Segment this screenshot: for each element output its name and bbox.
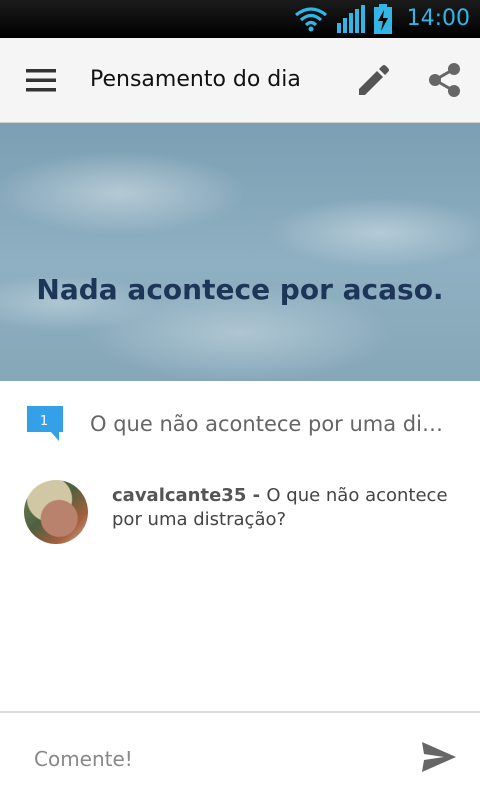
comment-input-bar bbox=[0, 711, 480, 802]
battery-charging-icon bbox=[374, 4, 392, 34]
comment-author[interactable]: cavalcante35 bbox=[112, 485, 246, 506]
page-title: Pensamento do dia bbox=[90, 67, 301, 92]
quote-banner: Nada acontece por acaso. bbox=[0, 123, 480, 381]
comment-count: 1 bbox=[40, 414, 48, 429]
signal-icon bbox=[337, 5, 365, 33]
wifi-icon bbox=[295, 7, 327, 32]
status-bar: 14:00 bbox=[0, 0, 480, 38]
comment-count-badge-icon: 1 bbox=[27, 406, 63, 441]
topic-title: O que não acontece por uma di… bbox=[90, 412, 443, 436]
send-icon[interactable] bbox=[420, 740, 458, 774]
comment-body: cavalcante35 - O que não acontece por um… bbox=[112, 484, 462, 532]
quote-text: Nada acontece por acaso. bbox=[36, 273, 444, 306]
comment-item[interactable]: cavalcante35 - O que não acontece por um… bbox=[0, 478, 480, 558]
status-icons bbox=[294, 4, 392, 34]
comment-input[interactable] bbox=[32, 733, 396, 785]
avatar[interactable] bbox=[24, 480, 88, 544]
share-icon[interactable] bbox=[424, 60, 464, 100]
topic-row[interactable]: 1 O que não acontece por uma di… bbox=[0, 381, 480, 467]
app-toolbar: Pensamento do dia bbox=[0, 38, 480, 123]
menu-icon[interactable] bbox=[24, 66, 58, 94]
comment-separator: - bbox=[246, 485, 267, 506]
edit-icon[interactable] bbox=[354, 60, 394, 100]
status-time: 14:00 bbox=[406, 6, 470, 31]
